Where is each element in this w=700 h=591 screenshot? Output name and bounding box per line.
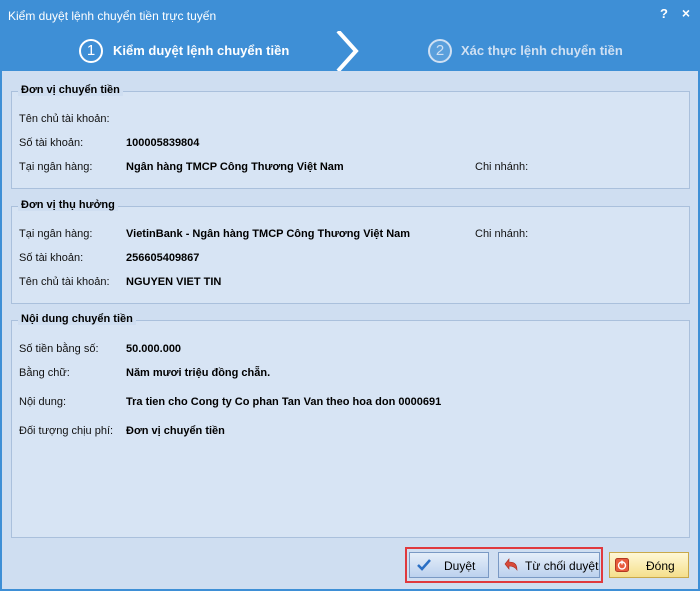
- amount-value: 50.000.000: [126, 343, 182, 355]
- approve-button-label: Duyệt: [444, 559, 476, 573]
- sender-account-number-label: Số tài khoản:: [19, 137, 84, 149]
- sender-group-title: Đơn vị chuyển tiền: [18, 84, 123, 96]
- approve-button[interactable]: Duyệt: [409, 552, 489, 578]
- amount-label: Số tiền bằng số:: [19, 343, 99, 355]
- beneficiary-branch-label: Chi nhánh:: [475, 228, 529, 240]
- beneficiary-bank-label: Tại ngân hàng:: [19, 228, 93, 240]
- close-button-label: Đóng: [646, 559, 675, 573]
- fee-payer-value: Đơn vị chuyển tiền: [126, 425, 225, 437]
- close-button[interactable]: Đóng: [609, 552, 689, 578]
- step-1-label: Kiểm duyệt lệnh chuyển tiền: [113, 43, 290, 58]
- wizard-steps: 1 Kiểm duyệt lệnh chuyển tiền 2 Xác thực…: [2, 31, 698, 71]
- title-bar: Kiểm duyệt lệnh chuyển tiền trực tuyến ?…: [0, 0, 700, 31]
- step-2-label: Xác thực lệnh chuyển tiền: [461, 43, 623, 58]
- reject-button[interactable]: Từ chối duyệt: [498, 552, 600, 578]
- beneficiary-group: Đơn vị thụ hưởng Tại ngân hàng: VietinBa…: [11, 199, 690, 304]
- dialog-body: 1 Kiểm duyệt lệnh chuyển tiền 2 Xác thực…: [2, 31, 698, 589]
- fee-payer-label: Đối tượng chịu phí:: [19, 425, 114, 437]
- window-title: Kiểm duyệt lệnh chuyển tiền trực tuyến: [8, 9, 217, 23]
- sender-account-name-label: Tên chủ tài khoản:: [19, 113, 110, 125]
- sender-account-number-value: 100005839804: [126, 137, 200, 149]
- beneficiary-bank-value: VietinBank - Ngân hàng TMCP Công Thương …: [126, 228, 411, 240]
- sender-bank-label: Tại ngân hàng:: [19, 161, 93, 173]
- sender-group: Đơn vị chuyển tiền Tên chủ tài khoản: Số…: [11, 84, 690, 189]
- beneficiary-account-name-label: Tên chủ tài khoản:: [19, 276, 110, 288]
- sender-bank-value: Ngân hàng TMCP Công Thương Việt Nam: [126, 161, 344, 173]
- description-label: Nội dung:: [19, 396, 67, 408]
- description-value: Tra tien cho Cong ty Co phan Tan Van the…: [126, 396, 442, 408]
- reject-button-label: Từ chối duyệt: [525, 559, 599, 573]
- beneficiary-account-name-value: NGUYEN VIET TIN: [126, 276, 222, 288]
- check-icon: [417, 559, 431, 571]
- beneficiary-account-number-value: 256605409867: [126, 252, 200, 264]
- step-1: 1 Kiểm duyệt lệnh chuyển tiền: [2, 31, 352, 71]
- sender-branch-label: Chi nhánh:: [475, 161, 529, 173]
- dialog-window: Kiểm duyệt lệnh chuyển tiền trực tuyến ?…: [0, 0, 700, 591]
- close-icon[interactable]: ×: [678, 5, 694, 21]
- help-icon[interactable]: ?: [657, 6, 671, 21]
- step-chevron-icon: [336, 31, 359, 71]
- step-1-number: 1: [79, 39, 103, 63]
- power-icon: [615, 558, 629, 572]
- beneficiary-account-number-label: Số tài khoản:: [19, 252, 84, 264]
- button-bar: Duyệt Từ chối duyệt Đóng: [2, 543, 698, 589]
- amount-words-value: Năm mươi triệu đồng chẵn.: [126, 367, 271, 379]
- step-2-number: 2: [428, 39, 452, 63]
- transfer-content-group: Nội dung chuyển tiền Số tiền bằng số: 50…: [11, 313, 690, 538]
- amount-words-label: Bằng chữ:: [19, 367, 70, 379]
- beneficiary-group-title: Đơn vị thụ hưởng: [18, 199, 118, 211]
- transfer-content-title: Nội dung chuyển tiền: [18, 313, 136, 325]
- undo-arrow-icon: [504, 558, 518, 571]
